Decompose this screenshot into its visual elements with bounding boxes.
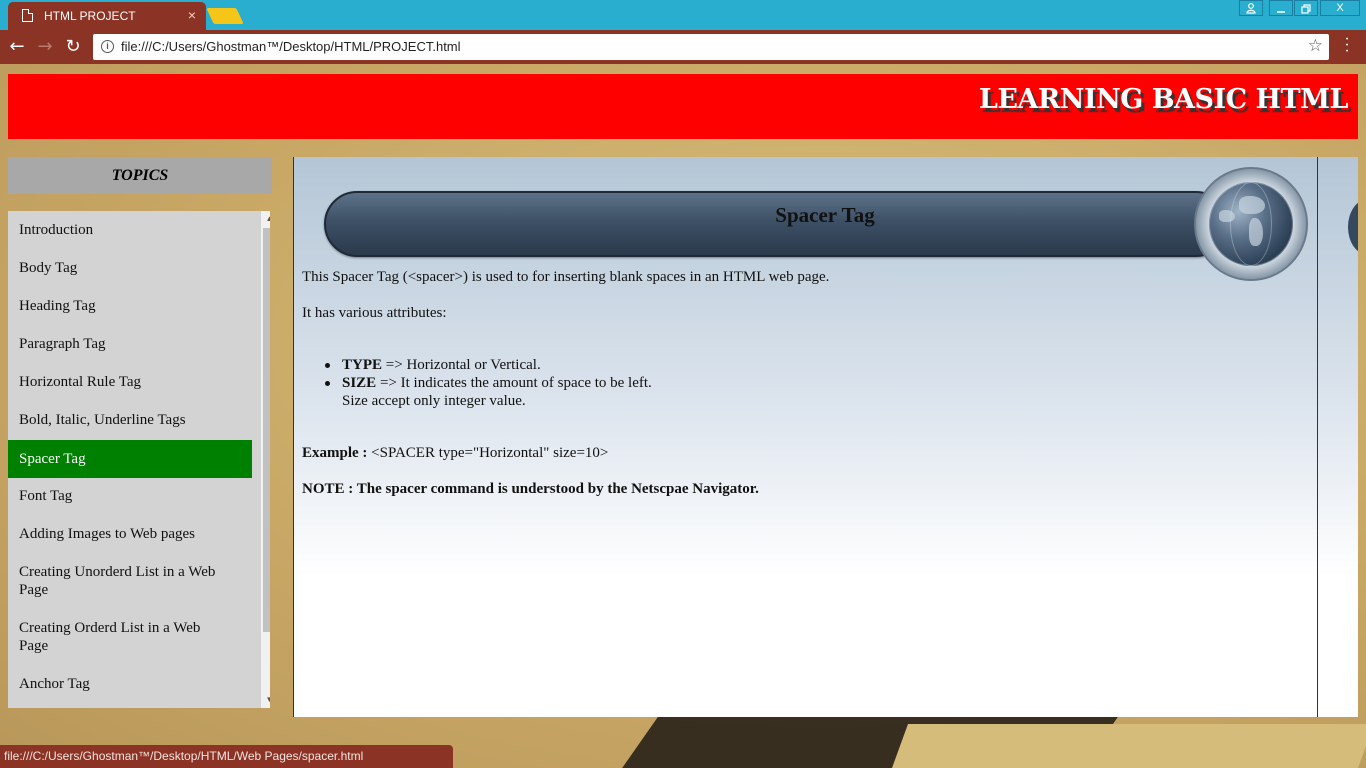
sidebar-item-paragraph-tag[interactable]: Paragraph Tag (8, 335, 252, 353)
sidebar-item-anchor-tag[interactable]: Anchor Tag (8, 675, 252, 693)
sidebar-item-adding-images[interactable]: Adding Images to Web pages (8, 525, 252, 543)
sidebar-item-horizontal-rule-tag[interactable]: Horizontal Rule Tag (8, 373, 252, 391)
new-tab-button[interactable] (206, 8, 244, 24)
minimize-button[interactable] (1269, 0, 1293, 16)
restore-button[interactable] (1294, 0, 1318, 16)
example-line: Example : <SPACER type="Horizontal" size… (302, 445, 609, 461)
scroll-thumb[interactable] (263, 228, 270, 632)
browser-toolbar: ← → ↻ i file:///C:/Users/Ghostman™/Deskt… (0, 30, 1366, 64)
back-button[interactable]: ← (6, 36, 28, 58)
sidebar-item-heading-tag[interactable]: Heading Tag (8, 297, 252, 315)
sidebar-item-bold-italic-underline[interactable]: Bold, Italic, Underline Tags (8, 411, 252, 429)
sidebar-item-font-tag[interactable]: Font Tag (8, 487, 252, 505)
forward-button[interactable]: → (34, 36, 56, 58)
address-url[interactable]: file:///C:/Users/Ghostman™/Desktop/HTML/… (121, 39, 461, 54)
intro-text: This Spacer Tag (<spacer>) is used to fo… (302, 269, 830, 285)
sidebar-item-unordered-list[interactable]: Creating Unorderd List in a Web Page (8, 563, 238, 599)
sidebar-item-body-tag[interactable]: Body Tag (8, 259, 252, 277)
globe-icon (1194, 167, 1308, 281)
adjacent-panel (1318, 157, 1358, 717)
info-icon[interactable]: i (101, 40, 114, 53)
sidebar-item-ordered-list[interactable]: Creating Orderd List in a Web Page (8, 619, 223, 655)
list-item: SIZE => It indicates the amount of space… (325, 375, 652, 409)
tab-title: HTML PROJECT (44, 9, 136, 23)
tab-close-icon[interactable]: × (188, 7, 196, 23)
banner: LEARNING BASIC HTML (8, 74, 1358, 139)
sidebar-item-introduction[interactable]: Introduction (8, 221, 252, 239)
page-background: LEARNING BASIC HTML TOPICS Introduction … (0, 64, 1366, 768)
address-bar[interactable]: i file:///C:/Users/Ghostman™/Desktop/HTM… (93, 34, 1329, 60)
page-icon (22, 9, 33, 22)
content-panel: Spacer Tag This Spacer Tag (<spacer>) is… (293, 157, 1318, 717)
topics-list: Introduction Body Tag Heading Tag Paragr… (8, 211, 270, 708)
reload-button[interactable]: ↻ (62, 36, 84, 58)
note-text: NOTE : The spacer command is understood … (302, 481, 759, 497)
list-item: TYPE => Horizontal or Vertical. (325, 356, 652, 374)
topics-header: TOPICS (8, 157, 272, 194)
background-page (891, 724, 1366, 768)
sidebar-item-spacer-tag[interactable]: Spacer Tag (8, 440, 252, 478)
browser-tab[interactable]: HTML PROJECT × (8, 2, 206, 31)
menu-icon[interactable]: · · · (1341, 32, 1353, 60)
status-bar-url: file:///C:/Users/Ghostman™/Desktop/HTML/… (0, 745, 453, 768)
scroll-up-icon[interactable]: ▲ (265, 214, 270, 223)
banner-title: LEARNING BASIC HTML (978, 84, 1349, 115)
window-titlebar: HTML PROJECT × X (0, 0, 1366, 31)
close-button[interactable]: X (1320, 0, 1360, 16)
scroll-down-icon[interactable]: ▼ (265, 695, 270, 704)
star-icon[interactable]: ☆ (1308, 36, 1323, 56)
profile-icon[interactable] (1239, 0, 1263, 16)
attributes-label: It has various attributes: (302, 305, 447, 321)
attribute-list: TYPE => Horizontal or Vertical. SIZE => … (325, 356, 652, 410)
sidebar-scrollbar[interactable]: ▲ ▼ (261, 211, 270, 708)
